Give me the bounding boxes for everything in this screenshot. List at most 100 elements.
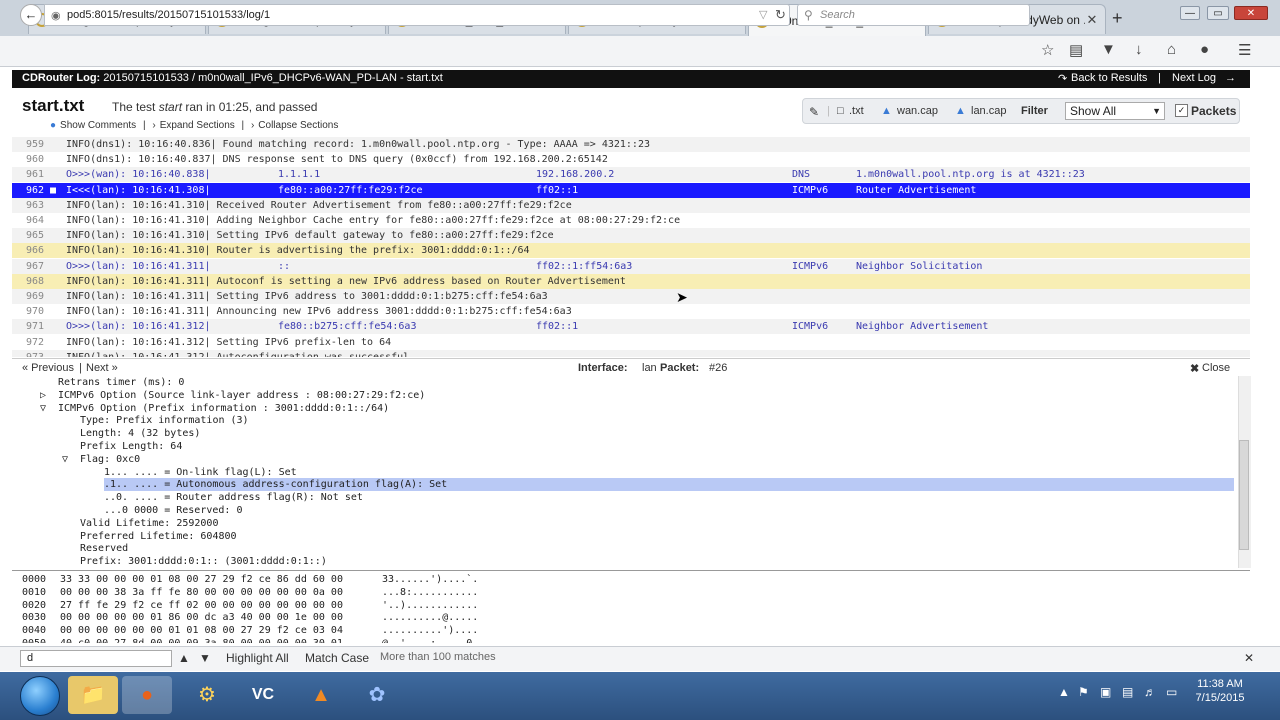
url-bar[interactable]: ◉ pod5:8015/results/20150715101533/log/1… <box>44 4 790 26</box>
decode-tree-row[interactable]: ..0. .... = Router address flag(R): Not … <box>104 491 363 504</box>
pocket-icon[interactable]: ▼ <box>1101 41 1116 58</box>
log-line: 972 INFO(lan): 10:16:41.312| Setting IPv6… <box>12 335 1250 350</box>
menu-icon[interactable]: ☰ <box>1238 41 1251 59</box>
hex-bytes: 00 00 00 00 00 01 86 00 dc a3 40 00 00 1… <box>60 612 343 624</box>
txt-download-link[interactable]: .txt <box>849 105 864 117</box>
window-close-button[interactable]: ✕ <box>1234 6 1268 20</box>
mouse-cursor-icon: ➤ <box>676 289 688 305</box>
shark-fin-icon: ▲ <box>955 105 966 117</box>
tray-device-icon[interactable]: ▤ <box>1122 685 1133 699</box>
hex-dump[interactable]: 0000 33 33 00 00 00 01 08 00 27 29 f2 ce … <box>12 570 1250 643</box>
close-packet-link[interactable]: Close <box>1202 362 1230 374</box>
find-input[interactable]: d <box>20 650 172 667</box>
tray-expand-icon[interactable]: ▲ <box>1058 685 1070 699</box>
hex-offset: 0000 <box>22 574 47 585</box>
tree-expanded-icon[interactable]: ▽ <box>62 453 68 466</box>
decode-tree-row[interactable]: Prefix: 3001:dddd:0:1:: (3001:dddd:0:1::… <box>80 555 327 568</box>
maximize-button[interactable]: ▭ <box>1207 6 1229 20</box>
decode-tree-row[interactable]: Retrans timer (ms): 0 <box>58 376 184 389</box>
explorer-icon[interactable]: 📁 <box>68 676 118 714</box>
decode-tree-row[interactable]: Prefix Length: 64 <box>80 440 182 453</box>
decode-tree-row[interactable]: ICMPv6 Option (Prefix information : 3001… <box>58 402 389 415</box>
tree-expanded-icon[interactable]: ▽ <box>40 402 46 415</box>
packets-checkbox[interactable]: ✓ <box>1175 104 1188 117</box>
log-view[interactable]: 959 INFO(dns1): 10:16:40.836| Found match… <box>12 137 1250 357</box>
new-tab-button[interactable]: + <box>1112 8 1123 29</box>
vlc-icon[interactable]: ▲ <box>296 676 346 714</box>
log-line: 969 INFO(lan): 10:16:41.311| Setting IPv6… <box>12 289 1250 304</box>
hex-offset: 0020 <box>22 599 47 611</box>
network-tool-icon[interactable]: ⚙ <box>182 676 232 714</box>
bookmark-star-icon[interactable]: ☆ <box>1041 41 1054 59</box>
show-comments-link[interactable]: Show Comments <box>60 120 136 131</box>
match-case-toggle[interactable]: Match Case <box>305 651 369 665</box>
find-close-button[interactable]: ✕ <box>1244 651 1254 665</box>
log-line: 960 INFO(dns1): 10:16:40.837| DNS respons… <box>12 152 1250 167</box>
hex-ascii: '..)............ <box>382 599 479 611</box>
highlight-all-toggle[interactable]: Highlight All <box>226 651 289 665</box>
log-line[interactable]: 967 O>>>(lan): 10:16:41.311|:: ff02::1:ff5… <box>12 258 1250 274</box>
decode-tree-row[interactable]: .1.. .... = Autonomous address-configura… <box>104 478 1234 492</box>
tab-close-icon[interactable]: ✕ <box>1085 12 1099 28</box>
log-text: INFO(dns1): 10:16:40.837| DNS response s… <box>66 154 608 166</box>
wireshark-icon[interactable]: ✿ <box>352 676 402 714</box>
find-next-button[interactable]: ▼ <box>199 651 211 665</box>
decode-tree-row[interactable]: ICMPv6 Option (Source link-layer address… <box>58 389 425 402</box>
home-icon[interactable]: ⌂ <box>1167 41 1176 58</box>
decode-tree-row[interactable]: Length: 4 (32 bytes) <box>80 427 200 440</box>
firefox-icon[interactable]: ● <box>122 676 172 714</box>
bar-separator: | <box>1158 72 1161 84</box>
cdrouter-label: CDRouter Log: <box>22 72 101 84</box>
expand-sections-link[interactable]: Expand Sections <box>160 120 235 131</box>
vc-app-icon[interactable]: VC <box>238 676 288 714</box>
packet-source: :: <box>278 260 291 272</box>
minimize-button[interactable]: — <box>1180 6 1200 20</box>
decode-tree-row[interactable]: Reserved <box>80 542 128 555</box>
lan-cap-link[interactable]: lan.cap <box>971 105 1006 117</box>
wan-cap-link[interactable]: wan.cap <box>897 105 938 117</box>
packet-source: 1.1.1.1 <box>278 169 321 181</box>
decode-tree-row[interactable]: ...0 0000 = Reserved: 0 <box>104 504 242 517</box>
back-to-results-link[interactable]: Back to Results <box>1071 72 1147 84</box>
decode-tree-row[interactable]: Type: Prefix information (3) <box>80 414 249 427</box>
next-packet-link[interactable]: Next » <box>86 362 118 374</box>
decode-scrollbar-thumb[interactable] <box>1239 440 1249 550</box>
hex-offset: 0040 <box>22 625 47 637</box>
tree-collapsed-icon[interactable]: ▷ <box>40 389 46 402</box>
decode-tree-row[interactable]: Preferred Lifetime: 604800 <box>80 530 237 543</box>
log-line[interactable]: 962 ■ I<<<(lan): 10:16:41.308| fe80::a00:27… <box>12 182 1250 198</box>
start-button[interactable] <box>20 676 60 716</box>
dropdown-arrow-icon[interactable]: ▽ <box>759 8 767 21</box>
tray-volume-icon[interactable]: ♬ <box>1144 685 1156 699</box>
note-icon[interactable]: ✎ <box>809 105 819 119</box>
download-icon[interactable]: ↓ <box>1135 41 1143 58</box>
close-icon[interactable]: ✖ <box>1190 362 1199 375</box>
url-text[interactable]: pod5:8015/results/20150715101533/log/1 <box>67 9 270 21</box>
log-line[interactable]: 971 O>>>(lan): 10:16:41.312| fe80::b275:cf… <box>12 319 1250 335</box>
line-number: 972 <box>25 336 44 348</box>
txt-file-icon[interactable]: □ <box>837 105 844 117</box>
next-log-link[interactable]: Next Log <box>1172 72 1216 84</box>
packet-protocol: DNS <box>792 169 811 181</box>
find-previous-button[interactable]: ▲ <box>178 651 190 665</box>
reading-list-icon[interactable]: ▤ <box>1069 41 1083 59</box>
log-line[interactable]: 961 O>>>(wan): 10:16:40.838| 1.1.1.1 192.16… <box>12 167 1250 183</box>
reload-icon[interactable]: ↻ <box>775 7 786 23</box>
log-toolbox: ✎ | □ .txt ▲ wan.cap ▲ lan.cap Filter Sh… <box>802 98 1240 124</box>
find-bar <box>0 646 1280 671</box>
decode-tree-row[interactable]: Valid Lifetime: 2592000 <box>80 517 218 530</box>
tray-flag-icon[interactable]: ⚑ <box>1078 685 1089 699</box>
chat-icon[interactable]: ● <box>1200 41 1209 58</box>
decode-tree-row[interactable]: Flag: 0xc0 <box>80 453 140 466</box>
back-arrow-icon[interactable]: ← <box>20 4 42 26</box>
tray-monitor-icon[interactable]: ▭ <box>1166 685 1177 699</box>
filter-select[interactable]: Show All ▼ <box>1065 102 1165 120</box>
search-input[interactable]: ⚲ Search <box>797 4 1030 26</box>
tray-network-icon[interactable]: ▣ <box>1100 685 1111 699</box>
packet-decode-tree[interactable]: Retrans timer (ms): 0 ▷ ICMPv6 Option (Sou… <box>12 376 1238 568</box>
previous-packet-link[interactable]: « Previous <box>22 362 74 374</box>
taskbar-clock[interactable]: 11:38 AM 7/15/2015 <box>1190 677 1250 705</box>
decode-tree-row[interactable]: 1... .... = On-link flag(L): Set <box>104 466 297 479</box>
log-line: 966 INFO(lan): 10:16:41.310| Router is ad… <box>12 243 1250 259</box>
collapse-sections-link[interactable]: Collapse Sections <box>258 120 338 131</box>
